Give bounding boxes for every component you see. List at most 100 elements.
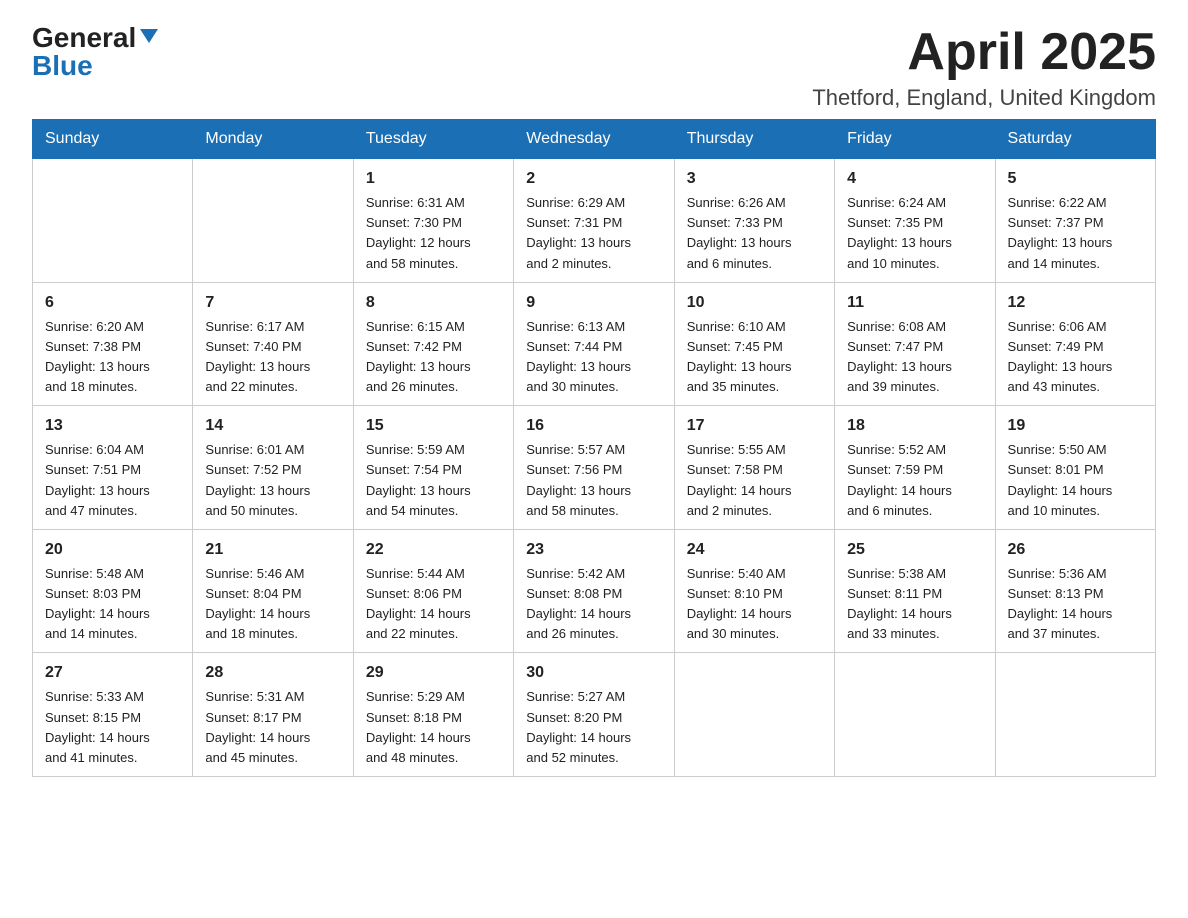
day-info: Sunrise: 5:38 AMSunset: 8:11 PMDaylight:… [847,564,982,645]
day-number: 5 [1008,167,1143,191]
calendar-cell: 6Sunrise: 6:20 AMSunset: 7:38 PMDaylight… [33,282,193,406]
day-number: 30 [526,661,661,685]
calendar-cell [835,653,995,777]
day-number: 3 [687,167,822,191]
day-info: Sunrise: 5:46 AMSunset: 8:04 PMDaylight:… [205,564,340,645]
day-number: 14 [205,414,340,438]
day-number: 15 [366,414,501,438]
day-info: Sunrise: 6:22 AMSunset: 7:37 PMDaylight:… [1008,193,1143,274]
day-number: 6 [45,291,180,315]
day-info: Sunrise: 6:31 AMSunset: 7:30 PMDaylight:… [366,193,501,274]
day-info: Sunrise: 5:48 AMSunset: 8:03 PMDaylight:… [45,564,180,645]
day-info: Sunrise: 6:29 AMSunset: 7:31 PMDaylight:… [526,193,661,274]
day-number: 27 [45,661,180,685]
weekday-header-monday: Monday [193,120,353,159]
day-info: Sunrise: 6:10 AMSunset: 7:45 PMDaylight:… [687,317,822,398]
calendar-cell: 26Sunrise: 5:36 AMSunset: 8:13 PMDayligh… [995,529,1155,653]
day-info: Sunrise: 5:40 AMSunset: 8:10 PMDaylight:… [687,564,822,645]
page-header: General Blue April 2025 Thetford, Englan… [32,24,1156,111]
calendar-cell: 17Sunrise: 5:55 AMSunset: 7:58 PMDayligh… [674,406,834,530]
logo-blue-text: Blue [32,52,93,80]
day-info: Sunrise: 5:36 AMSunset: 8:13 PMDaylight:… [1008,564,1143,645]
calendar-cell: 25Sunrise: 5:38 AMSunset: 8:11 PMDayligh… [835,529,995,653]
calendar-cell: 14Sunrise: 6:01 AMSunset: 7:52 PMDayligh… [193,406,353,530]
calendar-cell: 16Sunrise: 5:57 AMSunset: 7:56 PMDayligh… [514,406,674,530]
calendar-cell [33,159,193,283]
location-title: Thetford, England, United Kingdom [812,85,1156,111]
day-number: 11 [847,291,982,315]
calendar-cell: 10Sunrise: 6:10 AMSunset: 7:45 PMDayligh… [674,282,834,406]
day-number: 23 [526,538,661,562]
day-info: Sunrise: 6:01 AMSunset: 7:52 PMDaylight:… [205,440,340,521]
calendar-cell: 27Sunrise: 5:33 AMSunset: 8:15 PMDayligh… [33,653,193,777]
calendar-cell: 7Sunrise: 6:17 AMSunset: 7:40 PMDaylight… [193,282,353,406]
day-info: Sunrise: 5:57 AMSunset: 7:56 PMDaylight:… [526,440,661,521]
calendar-cell: 4Sunrise: 6:24 AMSunset: 7:35 PMDaylight… [835,159,995,283]
day-info: Sunrise: 5:42 AMSunset: 8:08 PMDaylight:… [526,564,661,645]
day-number: 2 [526,167,661,191]
day-number: 28 [205,661,340,685]
calendar-cell: 8Sunrise: 6:15 AMSunset: 7:42 PMDaylight… [353,282,513,406]
day-info: Sunrise: 6:04 AMSunset: 7:51 PMDaylight:… [45,440,180,521]
calendar-cell: 21Sunrise: 5:46 AMSunset: 8:04 PMDayligh… [193,529,353,653]
calendar-cell [995,653,1155,777]
day-number: 9 [526,291,661,315]
calendar-week-2: 6Sunrise: 6:20 AMSunset: 7:38 PMDaylight… [33,282,1156,406]
calendar-week-3: 13Sunrise: 6:04 AMSunset: 7:51 PMDayligh… [33,406,1156,530]
day-number: 10 [687,291,822,315]
weekday-header-thursday: Thursday [674,120,834,159]
calendar-cell: 28Sunrise: 5:31 AMSunset: 8:17 PMDayligh… [193,653,353,777]
calendar-week-1: 1Sunrise: 6:31 AMSunset: 7:30 PMDaylight… [33,159,1156,283]
calendar-cell: 15Sunrise: 5:59 AMSunset: 7:54 PMDayligh… [353,406,513,530]
calendar-table: SundayMondayTuesdayWednesdayThursdayFrid… [32,119,1156,777]
calendar-cell: 3Sunrise: 6:26 AMSunset: 7:33 PMDaylight… [674,159,834,283]
day-number: 20 [45,538,180,562]
calendar-cell: 30Sunrise: 5:27 AMSunset: 8:20 PMDayligh… [514,653,674,777]
day-number: 29 [366,661,501,685]
day-info: Sunrise: 5:33 AMSunset: 8:15 PMDaylight:… [45,687,180,768]
day-number: 24 [687,538,822,562]
calendar-cell [193,159,353,283]
calendar-cell: 9Sunrise: 6:13 AMSunset: 7:44 PMDaylight… [514,282,674,406]
calendar-cell [674,653,834,777]
day-number: 16 [526,414,661,438]
calendar-cell: 5Sunrise: 6:22 AMSunset: 7:37 PMDaylight… [995,159,1155,283]
day-number: 18 [847,414,982,438]
weekday-header-row: SundayMondayTuesdayWednesdayThursdayFrid… [33,120,1156,159]
day-info: Sunrise: 5:29 AMSunset: 8:18 PMDaylight:… [366,687,501,768]
day-info: Sunrise: 5:59 AMSunset: 7:54 PMDaylight:… [366,440,501,521]
day-number: 26 [1008,538,1143,562]
day-number: 17 [687,414,822,438]
calendar-cell: 29Sunrise: 5:29 AMSunset: 8:18 PMDayligh… [353,653,513,777]
day-info: Sunrise: 5:52 AMSunset: 7:59 PMDaylight:… [847,440,982,521]
day-info: Sunrise: 6:20 AMSunset: 7:38 PMDaylight:… [45,317,180,398]
calendar-cell: 2Sunrise: 6:29 AMSunset: 7:31 PMDaylight… [514,159,674,283]
day-info: Sunrise: 6:13 AMSunset: 7:44 PMDaylight:… [526,317,661,398]
calendar-week-4: 20Sunrise: 5:48 AMSunset: 8:03 PMDayligh… [33,529,1156,653]
month-title: April 2025 [812,24,1156,81]
calendar-week-5: 27Sunrise: 5:33 AMSunset: 8:15 PMDayligh… [33,653,1156,777]
weekday-header-friday: Friday [835,120,995,159]
day-info: Sunrise: 6:17 AMSunset: 7:40 PMDaylight:… [205,317,340,398]
day-info: Sunrise: 6:06 AMSunset: 7:49 PMDaylight:… [1008,317,1143,398]
day-number: 7 [205,291,340,315]
day-info: Sunrise: 6:24 AMSunset: 7:35 PMDaylight:… [847,193,982,274]
logo-general-text: General [32,24,136,52]
calendar-cell: 11Sunrise: 6:08 AMSunset: 7:47 PMDayligh… [835,282,995,406]
day-info: Sunrise: 5:55 AMSunset: 7:58 PMDaylight:… [687,440,822,521]
day-number: 21 [205,538,340,562]
day-info: Sunrise: 6:26 AMSunset: 7:33 PMDaylight:… [687,193,822,274]
day-number: 19 [1008,414,1143,438]
calendar-cell: 19Sunrise: 5:50 AMSunset: 8:01 PMDayligh… [995,406,1155,530]
day-number: 4 [847,167,982,191]
calendar-cell: 23Sunrise: 5:42 AMSunset: 8:08 PMDayligh… [514,529,674,653]
day-number: 25 [847,538,982,562]
day-info: Sunrise: 5:44 AMSunset: 8:06 PMDaylight:… [366,564,501,645]
calendar-cell: 18Sunrise: 5:52 AMSunset: 7:59 PMDayligh… [835,406,995,530]
day-number: 8 [366,291,501,315]
calendar-cell: 24Sunrise: 5:40 AMSunset: 8:10 PMDayligh… [674,529,834,653]
day-info: Sunrise: 6:08 AMSunset: 7:47 PMDaylight:… [847,317,982,398]
day-info: Sunrise: 5:27 AMSunset: 8:20 PMDaylight:… [526,687,661,768]
logo: General Blue [32,24,158,80]
day-number: 12 [1008,291,1143,315]
